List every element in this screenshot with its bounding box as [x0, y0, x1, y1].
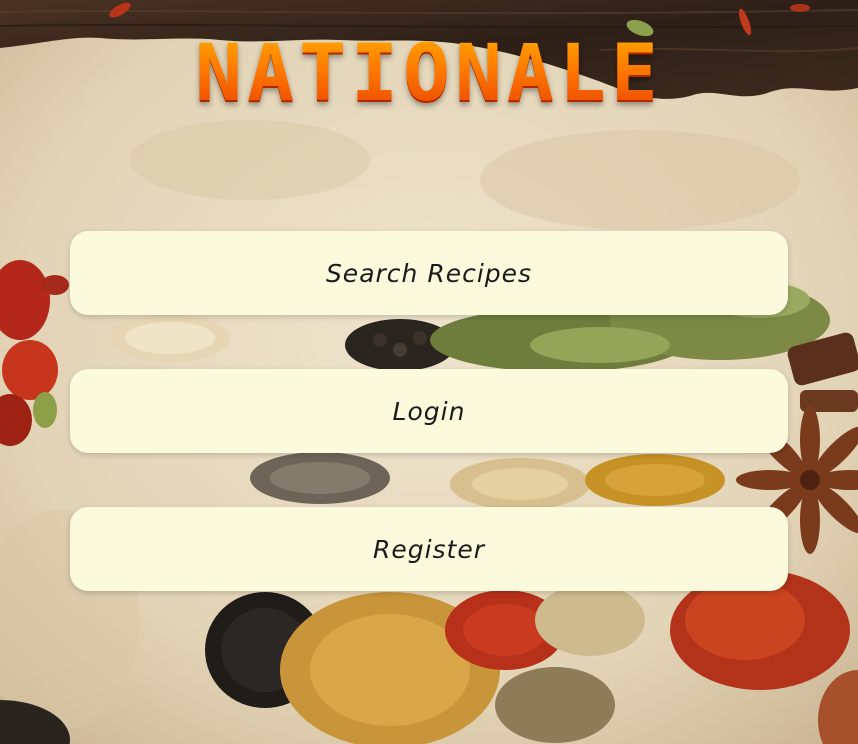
login-label: Login	[392, 396, 466, 426]
search-recipes-label: Search Recipes	[325, 258, 533, 288]
login-button[interactable]: Login	[70, 369, 788, 453]
search-recipes-button[interactable]: Search Recipes	[70, 231, 788, 315]
register-button[interactable]: Register	[70, 507, 788, 591]
register-label: Register	[372, 534, 486, 564]
app-logo-title: NATIONALE	[0, 26, 858, 122]
